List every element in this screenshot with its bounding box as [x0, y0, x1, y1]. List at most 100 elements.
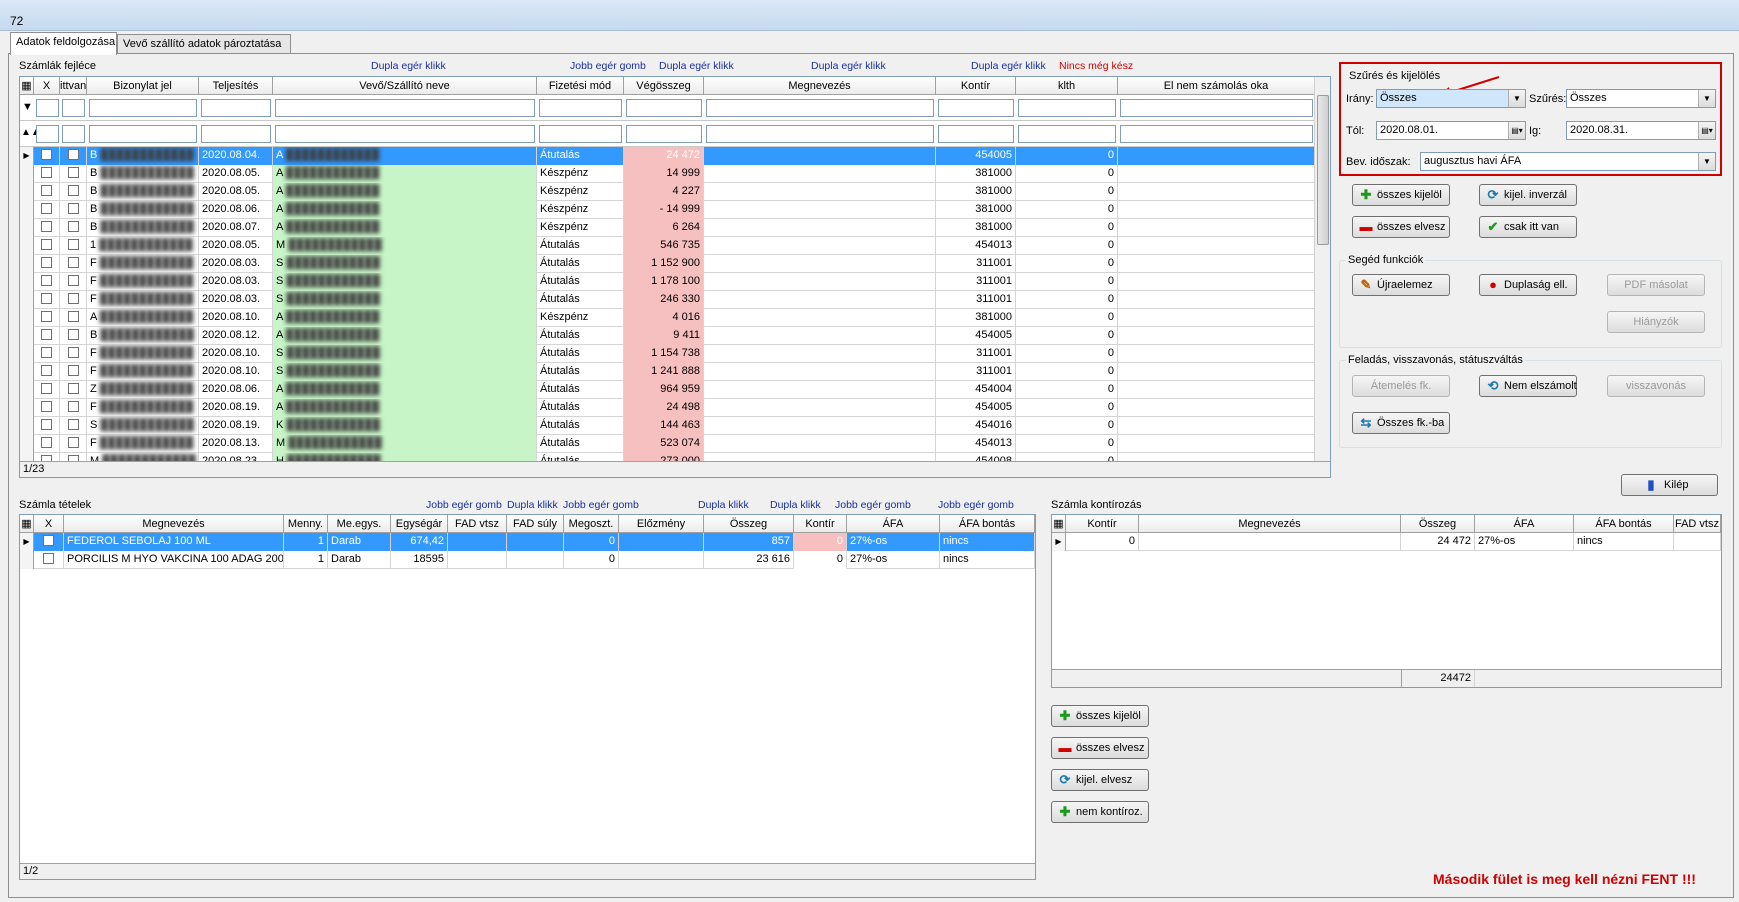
search-bizonylat[interactable] [89, 125, 197, 143]
row-checkbox[interactable] [67, 148, 79, 160]
invoice-cell-partner[interactable]: S ████████████ [273, 363, 537, 381]
col-x[interactable]: X [34, 77, 60, 95]
kontir-cell-afab[interactable]: nincs [1574, 533, 1674, 551]
search-teljesites[interactable] [201, 125, 271, 143]
items-col-osszeg[interactable]: Összeg [704, 515, 794, 533]
invoice-cell-megn[interactable] [704, 327, 936, 345]
invoice-row[interactable]: F ████████████ 2020.08.10. S ████████████ Á… [20, 345, 1315, 363]
col-klth[interactable]: klth [1016, 77, 1118, 95]
invoice-cell-total[interactable]: 24 498 [624, 399, 704, 417]
invoices-grid[interactable]: ▦ X ittvan Bizonylat jel Teljesítés Vevő… [19, 76, 1331, 478]
invoice-cell-bizonylat[interactable]: B ████████████ [87, 201, 199, 219]
row-checkbox[interactable] [41, 274, 52, 286]
invoice-cell-cb2[interactable] [60, 309, 87, 327]
invoice-cell-cb1[interactable] [34, 327, 60, 345]
invoice-cell-total[interactable]: 1 152 900 [624, 255, 704, 273]
invoice-cell-date[interactable]: 2020.08.04. [199, 147, 273, 165]
invoice-row[interactable]: ▶ B ████████████ 2020.08.04. A ████████████… [20, 147, 1315, 165]
invoice-cell-date[interactable]: 2020.08.19. [199, 399, 273, 417]
invoice-cell-cb2[interactable] [60, 435, 87, 453]
invoice-row[interactable]: F ████████████ 2020.08.03. S ████████████ Á… [20, 273, 1315, 291]
invoice-cell-partner[interactable]: A ████████████ [273, 309, 537, 327]
kontir-col-afa[interactable]: ÁFA [1475, 515, 1574, 533]
invoice-cell-bizonylat[interactable]: F ████████████ [87, 345, 199, 363]
invoice-cell-cb2[interactable] [60, 165, 87, 183]
kontir-cell-name[interactable] [1139, 533, 1401, 551]
invoice-cell-partner[interactable]: M ████████████ [273, 435, 537, 453]
items-col-fad-vtsz[interactable]: FAD vtsz [448, 515, 507, 533]
invoice-cell-kontir[interactable]: 311001 [936, 291, 1016, 309]
item-cell-share[interactable]: 0 [564, 533, 619, 551]
duplicate-check-button[interactable]: ● Duplaság ell. [1479, 274, 1577, 296]
invoice-cell-klth[interactable]: 0 [1016, 291, 1118, 309]
row-checkbox[interactable] [67, 328, 79, 340]
invoice-cell-payment[interactable]: Átutalás [537, 255, 624, 273]
invoice-cell-megn[interactable] [704, 147, 936, 165]
column-chooser-icon[interactable]: ▦ [20, 515, 34, 533]
row-checkbox[interactable] [67, 220, 79, 232]
invoice-cell-cb1[interactable] [34, 435, 60, 453]
invoice-cell-cb1[interactable] [34, 399, 60, 417]
invoice-cell-elnem[interactable] [1118, 345, 1315, 363]
filter-bizonylat[interactable] [89, 99, 197, 117]
invoice-cell-total[interactable]: 144 463 [624, 417, 704, 435]
invoice-cell-kontir[interactable]: 454005 [936, 327, 1016, 345]
row-checkbox[interactable] [41, 184, 52, 196]
invoices-scroll-thumb[interactable] [1317, 95, 1329, 245]
invoice-row[interactable]: Z ████████████ 2020.08.06. A ████████████ Á… [20, 381, 1315, 399]
invoice-cell-partner[interactable]: M ████████████ [273, 237, 537, 255]
invoice-cell-payment[interactable]: Átutalás [537, 147, 624, 165]
invoice-cell-megn[interactable] [704, 237, 936, 255]
item-cell-afa[interactable]: 27%-os [847, 533, 940, 551]
invoice-cell-klth[interactable]: 0 [1016, 273, 1118, 291]
tol-date-input[interactable]: 2020.08.01. ▤▾ [1376, 121, 1526, 140]
row-checkbox[interactable] [67, 274, 79, 286]
invoice-row[interactable]: B ████████████ 2020.08.05. A ████████████ K… [20, 165, 1315, 183]
not-settled-button[interactable]: ⟲ Nem elszámolt [1479, 375, 1577, 397]
col-ittvan[interactable]: ittvan [60, 77, 87, 95]
invoice-cell-cb1[interactable] [34, 345, 60, 363]
invoice-cell-elnem[interactable] [1118, 309, 1315, 327]
kontir-cell-fad[interactable] [1674, 533, 1721, 551]
col-vegosszeg[interactable]: Végösszeg [624, 77, 704, 95]
kontir-col-afa-bontas[interactable]: ÁFA bontás [1574, 515, 1674, 533]
invoice-cell-elnem[interactable] [1118, 255, 1315, 273]
invoice-cell-cb1[interactable] [34, 237, 60, 255]
invoice-cell-payment[interactable]: Átutalás [537, 327, 624, 345]
invoice-cell-payment[interactable]: Átutalás [537, 399, 624, 417]
invoice-cell-cb1[interactable] [34, 381, 60, 399]
row-checkbox[interactable] [67, 238, 79, 250]
invoice-cell-bizonylat[interactable]: B ████████████ [87, 327, 199, 345]
filter-vegosszeg[interactable] [626, 99, 702, 117]
invoice-cell-payment[interactable]: Átutalás [537, 345, 624, 363]
invoice-cell-date[interactable]: 2020.08.05. [199, 165, 273, 183]
invoice-row[interactable]: B ████████████ 2020.08.05. A ████████████ K… [20, 183, 1315, 201]
search-partner[interactable] [275, 125, 535, 143]
invoice-cell-klth[interactable]: 0 [1016, 147, 1118, 165]
invoice-cell-kontir[interactable]: 454005 [936, 399, 1016, 417]
items-col-megnevezes[interactable]: Megnevezés [64, 515, 284, 533]
row-checkbox[interactable] [67, 364, 79, 376]
invoice-cell-partner[interactable]: A ████████████ [273, 147, 537, 165]
invoice-cell-partner[interactable]: A ████████████ [273, 381, 537, 399]
invoice-row[interactable]: A ████████████ 2020.08.10. A ████████████ K… [20, 309, 1315, 327]
row-checkbox[interactable] [67, 382, 79, 394]
kontir-col-osszeg[interactable]: Összeg [1401, 515, 1475, 533]
deselect-all-button[interactable]: ▬ összes elvesz [1352, 216, 1450, 238]
szures-select[interactable]: Összes ▼ [1566, 89, 1716, 108]
kontir-deselect-all-button[interactable]: ▬ összes elvesz [1051, 737, 1149, 759]
row-checkbox[interactable] [67, 418, 79, 430]
invoice-cell-partner[interactable]: A ████████████ [273, 219, 537, 237]
items-col-fad-suly[interactable]: FAD súly [507, 515, 564, 533]
invoice-cell-megn[interactable] [704, 219, 936, 237]
exit-button[interactable]: ▮ Kilép [1621, 474, 1718, 496]
items-col-egysegar[interactable]: Egységár [391, 515, 448, 533]
kontir-row[interactable]: ▶ 0 24 472 27%-os nincs [1052, 533, 1721, 551]
invoice-cell-cb2[interactable] [60, 327, 87, 345]
invoice-cell-total[interactable]: 14 999 [624, 165, 704, 183]
invoice-cell-klth[interactable]: 0 [1016, 399, 1118, 417]
invoice-cell-cb2[interactable] [60, 363, 87, 381]
filter-x[interactable] [36, 99, 59, 117]
invoice-cell-date[interactable]: 2020.08.07. [199, 219, 273, 237]
item-cell-price[interactable]: 674,42 [391, 533, 448, 551]
